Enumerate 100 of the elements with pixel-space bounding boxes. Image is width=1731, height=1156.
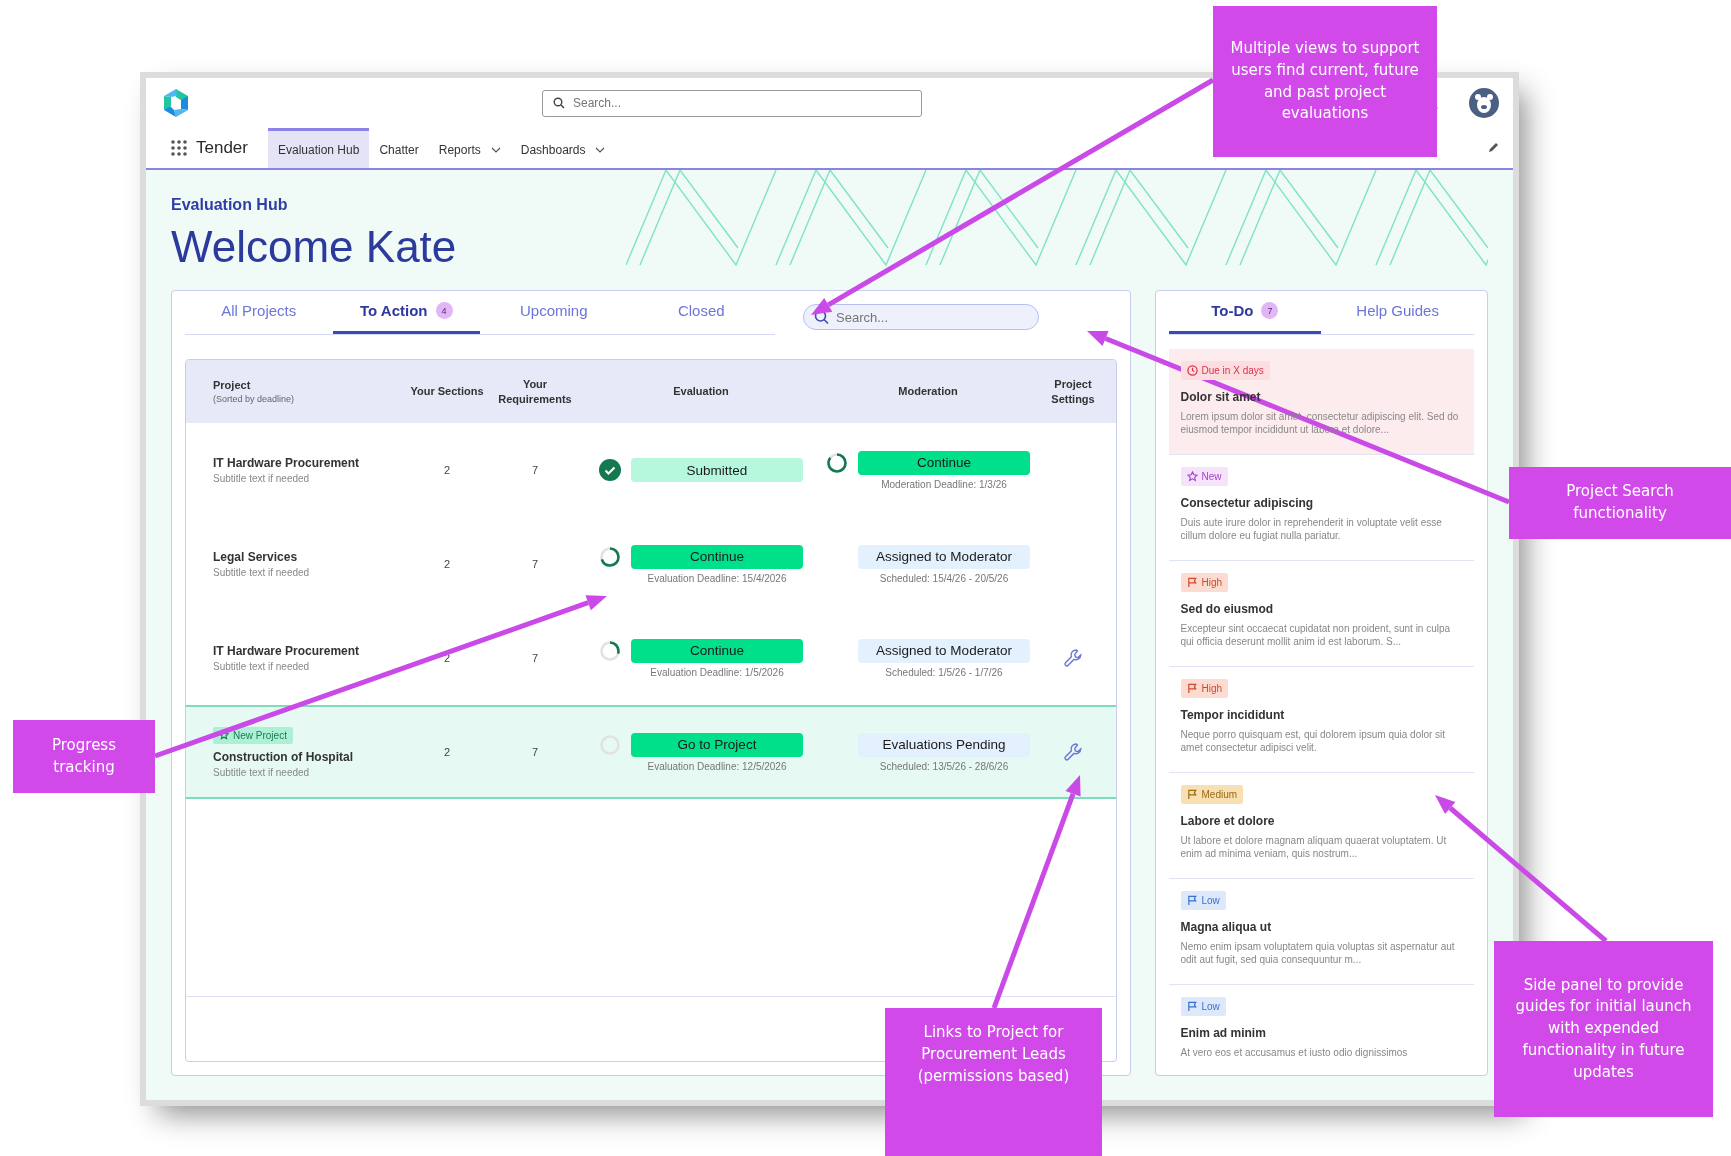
page-title: Welcome Kate [171, 222, 458, 272]
project-name: Legal Services [213, 550, 299, 564]
status-label: Assigned to Moderator [858, 638, 1030, 663]
table-row[interactable]: Legal Services Subtitle text if needed 2 7 Continue Evaluation Deadline: 15/4/2026 Assigned to Moderator Scheduled: 15/4/26 - 20/5/26 [186, 517, 1116, 611]
todo-title: Magna aliqua ut [1180, 920, 1273, 934]
project-search-field[interactable]: Search... [803, 304, 1039, 330]
project-subtitle: Subtitle text if needed [213, 661, 311, 672]
action-button[interactable]: Continue [858, 450, 1030, 475]
annotation-callout: Project Search functionality [1509, 467, 1731, 539]
priority-tag: Due in X days [1180, 361, 1270, 380]
requirements-count: 7 [530, 652, 540, 664]
flag-icon [1186, 789, 1198, 800]
search-field[interactable]: Search... [542, 89, 922, 117]
project-name: IT Hardware Procurement [213, 644, 361, 658]
todo-item[interactable]: New Consectetur adipiscing Duis aute irure dolor in reprehenderit in voluptate velit esse cillum dolore eu fugiat nulla pariatur. [1168, 455, 1474, 561]
project-name: IT Hardware Procurement [213, 456, 361, 470]
column-header: Project (Sorted by deadline) [213, 378, 296, 405]
view-tab[interactable]: Closed [627, 290, 775, 334]
nav-tab[interactable]: Reports [428, 128, 511, 168]
flag-icon [1186, 895, 1198, 906]
requirements-count: 7 [530, 558, 540, 570]
star-icon [1186, 471, 1198, 482]
highlighted-row[interactable]: New Project Construction of Hospital Subtitle text if needed 2 7 Go to Project Evaluation Deadline: 12/5/2026 Evaluations Pending Scheduled: 13/5/26 - 28/6/26 [186, 705, 1116, 799]
todo-description: At vero eos et accusamus et iusto odio dignissimos [1180, 1046, 1409, 1059]
project-subtitle: Subtitle text if needed [213, 567, 311, 578]
app-name: Tender [196, 138, 248, 158]
view-tab[interactable]: Upcoming [480, 290, 628, 334]
annotation-callout: Progress tracking [13, 720, 155, 793]
status-label: Submitted [631, 458, 803, 482]
project-subtitle: Subtitle text if needed [213, 473, 311, 484]
project-subtitle: Subtitle text if needed [213, 766, 311, 778]
app-launcher-icon[interactable] [170, 139, 188, 157]
panel-tab[interactable]: Help Guides [1321, 291, 1474, 334]
todo-item[interactable]: High Tempor incididunt Neque porro quisquam est, qui dolorem ipsum quia dolor sit amet consectetur adipisci velit. [1168, 667, 1474, 773]
priority-tag: New [1180, 467, 1228, 486]
project-name: Construction of Hospital [213, 749, 354, 764]
clock-icon [1186, 365, 1198, 376]
table-row[interactable]: IT Hardware Procurement Subtitle text if needed 2 7 Submitted Continue Moderation Deadline: 1/3/26 [186, 423, 1116, 517]
flag-icon [1186, 683, 1198, 694]
annotation-callout: Multiple views to support users find current, future and past project evaluations [1213, 6, 1437, 157]
todo-description: Nemo enim ipsam voluptatem quia voluptas sit aspernatur aut odit aut fugit, sed quia consequuntur m... [1180, 940, 1456, 966]
sections-count: 2 [442, 746, 452, 758]
pencil-icon[interactable] [1487, 142, 1499, 154]
nav-tab[interactable]: Dashboards [510, 128, 616, 168]
deadline-note: Evaluation Deadline: 12/5/2026 [646, 760, 788, 772]
deadline-note: Scheduled: 13/5/26 - 28/6/26 [878, 760, 1010, 772]
star-icon [219, 730, 229, 740]
column-header: Your Requirements [497, 376, 573, 407]
count-badge: 4 [435, 302, 453, 319]
annotation-callout: Side panel to provide guides for initial launch with expended functionality in future updates [1494, 941, 1713, 1117]
nav-tab[interactable]: Evaluation Hub [268, 128, 370, 168]
annotation-callout: Links to Project for Procurement Leads (permissions based) [885, 1008, 1102, 1156]
wrench-icon[interactable] [1063, 742, 1083, 762]
view-tab[interactable]: All Projects [185, 290, 333, 334]
column-header: Moderation [897, 384, 959, 399]
deadline-note: Scheduled: 1/5/26 - 1/7/26 [884, 666, 1004, 678]
deadline-note: Moderation Deadline: 1/3/26 [880, 478, 1008, 490]
todo-description: Duis aute irure dolor in reprehenderit in voluptate velit esse cillum dolore eu fugiat nulla pariatur. [1180, 516, 1443, 542]
todo-item[interactable]: High Sed do eiusmod Excepteur sint occaecat cupidatat non proident, sunt in culpa qui officia deserunt mollit anim id est laborum. S... [1168, 561, 1474, 667]
todo-item[interactable]: Low Magna aliqua ut Nemo enim ipsam voluptatem quia voluptas sit aspernatur aut odit aut fugit, sed quia consequuntur m... [1168, 879, 1474, 985]
count-badge: 7 [1261, 302, 1279, 319]
page-breadcrumb: Evaluation Hub [171, 196, 289, 214]
sections-count: 2 [442, 558, 452, 570]
todo-description: Ut labore et dolore magnam aliquam quaerat voluptatem. Ut enim ad minima veniam, quis nostrum... [1180, 834, 1448, 860]
action-button[interactable]: Go to Project [631, 732, 803, 757]
todo-title: Sed do eiusmod [1180, 602, 1275, 616]
column-header: Project Settings [1050, 376, 1096, 407]
deadline-note: Evaluation Deadline: 1/5/2026 [649, 666, 785, 678]
todo-item[interactable]: Low Enim ad minim At vero eos et accusamus et iusto odio dignissimos [1168, 985, 1474, 1069]
view-tab[interactable]: To Action 4 [332, 290, 480, 334]
sections-count: 2 [442, 464, 452, 476]
action-button[interactable]: Continue [631, 544, 803, 569]
check-icon [599, 459, 621, 481]
todo-description: Neque porro quisquam est, qui dolorem ipsum quia dolor sit amet consectetur adipisci velit. [1180, 728, 1447, 754]
requirements-count: 7 [530, 464, 540, 476]
avatar-icon[interactable] [1469, 88, 1499, 118]
todo-description: Excepteur sint occaecat cupidatat non proident, sunt in culpa qui officia deserunt mollit anim id est laborum. S... [1180, 622, 1452, 648]
requirements-count: 7 [530, 746, 540, 758]
wrench-icon[interactable] [1063, 648, 1083, 668]
todo-title: Labore et dolore [1180, 814, 1276, 828]
flag-icon [1186, 577, 1198, 588]
status-label: Evaluations Pending [858, 732, 1030, 757]
todo-title: Enim ad minim [1180, 1026, 1267, 1040]
action-button[interactable]: Continue [631, 638, 803, 663]
search-icon [553, 97, 565, 109]
priority-tag: Low [1180, 891, 1226, 910]
priority-tag: Low [1180, 997, 1226, 1016]
deadline-note: Scheduled: 15/4/26 - 20/5/26 [878, 572, 1010, 584]
flag-icon [1186, 1001, 1198, 1012]
todo-title: Consectetur adipiscing [1180, 496, 1315, 510]
nav-tab[interactable]: Chatter [369, 128, 429, 168]
priority-tag: Medium [1180, 785, 1244, 804]
priority-tag: High [1180, 679, 1229, 698]
status-label: Assigned to Moderator [858, 544, 1030, 569]
column-header: Your Sections [409, 384, 485, 399]
column-header: Evaluation [672, 384, 730, 399]
todo-title: Tempor incididunt [1180, 708, 1286, 722]
priority-tag: High [1180, 573, 1229, 592]
deadline-note: Evaluation Deadline: 15/4/2026 [646, 572, 788, 584]
panel-tab[interactable]: To-Do 7 [1168, 291, 1322, 334]
